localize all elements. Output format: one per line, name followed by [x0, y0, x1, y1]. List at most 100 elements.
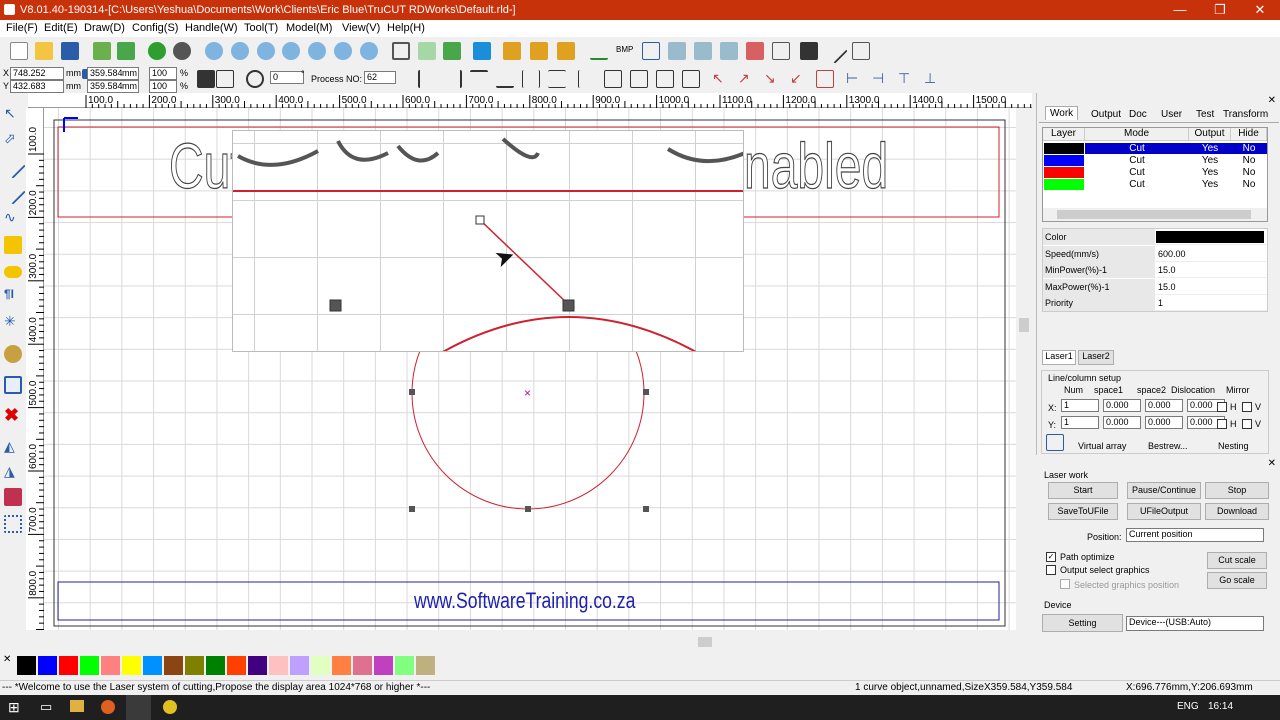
scale-y-field[interactable]: 100 — [149, 80, 177, 93]
palette-swatch[interactable] — [206, 656, 225, 675]
h-distribute-icon[interactable] — [656, 70, 674, 88]
text-icon[interactable]: ¶I — [4, 287, 22, 305]
firefox-icon[interactable] — [101, 700, 115, 714]
property-value[interactable]: 600.00 — [1158, 249, 1186, 259]
control-point[interactable] — [475, 215, 485, 225]
x-position-field[interactable]: 748.252 — [10, 67, 64, 80]
menu-help[interactable]: Help(H) — [387, 22, 425, 34]
palette-swatch[interactable] — [164, 656, 183, 675]
palette-swatch[interactable] — [395, 656, 414, 675]
tab-user[interactable]: User — [1161, 109, 1182, 120]
palette-swatch[interactable] — [59, 656, 78, 675]
menu-draw[interactable]: Draw(D) — [84, 22, 125, 34]
output-select-checkbox[interactable] — [1046, 565, 1056, 575]
mirror-v-icon[interactable]: ◮ — [4, 463, 22, 481]
device-select[interactable]: Device---(USB:Auto) — [1126, 616, 1264, 631]
save-to-ufile-button[interactable]: SaveToUFile — [1048, 503, 1118, 520]
align-vcenter-icon[interactable] — [548, 70, 566, 88]
tab-laser2[interactable]: Laser2 — [1078, 350, 1114, 365]
selected-pos-checkbox[interactable] — [1060, 579, 1070, 589]
mode-col-header[interactable]: Mode — [1085, 128, 1189, 141]
vscroll-thumb[interactable] — [1019, 318, 1029, 332]
palette-swatch[interactable] — [269, 656, 288, 675]
select-tool-icon[interactable]: ↖ — [4, 105, 22, 123]
canvas-footer-text[interactable]: www.SoftwareTraining.co.za — [414, 588, 635, 614]
same-width-icon[interactable] — [578, 70, 596, 88]
curve-smooth-icon[interactable] — [590, 42, 608, 60]
y-mirror-v-checkbox[interactable] — [1242, 419, 1252, 429]
canvas-text-right[interactable]: nabled — [744, 129, 889, 202]
bestrew-button[interactable]: Bestrew... — [1148, 441, 1188, 451]
top-align-page-icon[interactable]: ⊤ — [898, 70, 916, 88]
hide-col-header[interactable]: Hide — [1231, 128, 1267, 141]
align-hcenter-icon[interactable] — [522, 70, 540, 88]
right-align-page-icon[interactable]: ⊣ — [872, 70, 890, 88]
handle-ml[interactable] — [409, 389, 415, 395]
node-icon[interactable] — [418, 42, 436, 60]
hscroll-thumb[interactable] — [698, 637, 712, 647]
rectangle-icon[interactable] — [4, 236, 22, 254]
layer-row[interactable]: Cut Yes No — [1043, 167, 1267, 178]
align-icon[interactable] — [720, 42, 738, 60]
path-optimize-checkbox[interactable]: ✓ — [1046, 552, 1056, 562]
ufile-output-button[interactable]: UFileOutput — [1127, 503, 1201, 520]
zoom-fit-icon[interactable] — [360, 42, 378, 60]
close-button[interactable]: ✕ — [1240, 1, 1280, 19]
menu-model[interactable]: Model(M) — [286, 22, 332, 34]
curve-icon[interactable]: ∿ — [4, 209, 22, 227]
center-icon[interactable] — [216, 70, 234, 88]
y-space1-field[interactable]: 0.000 — [1103, 416, 1141, 429]
rdworks-task-icon[interactable] — [126, 695, 151, 720]
align-bottom-icon[interactable] — [496, 70, 514, 88]
save-file-icon[interactable] — [61, 42, 79, 60]
rect-icon[interactable] — [642, 42, 660, 60]
line-icon[interactable] — [0, 153, 26, 179]
tab-transform[interactable]: Transform — [1223, 109, 1268, 120]
layer-color-value[interactable] — [1156, 231, 1264, 243]
layer-row[interactable]: Cut Yes No — [1043, 143, 1267, 154]
x-space1-field[interactable]: 0.000 — [1103, 399, 1141, 412]
layer-mode-cell[interactable]: Cut — [1085, 143, 1189, 154]
select-rect-icon[interactable] — [392, 42, 410, 60]
palette-swatch[interactable] — [248, 656, 267, 675]
pause-continue-button[interactable]: Pause/Continue — [1127, 482, 1201, 499]
layer-hide-cell[interactable]: No — [1231, 155, 1267, 166]
x-mirror-v-checkbox[interactable] — [1242, 402, 1252, 412]
property-value[interactable]: 15.0 — [1158, 265, 1176, 275]
handle-mr[interactable] — [643, 389, 649, 395]
left-align-page-icon[interactable]: ⊢ — [846, 70, 864, 88]
node-handle-top[interactable] — [562, 299, 575, 312]
color-fill-icon[interactable] — [4, 488, 22, 506]
download-button[interactable]: Download — [1205, 503, 1269, 520]
array-icon[interactable] — [4, 515, 22, 533]
screen-icon[interactable] — [473, 42, 491, 60]
minimize-button[interactable]: — — [1160, 1, 1200, 19]
dot-icon[interactable]: ✳ — [4, 313, 22, 331]
zoom-page-icon[interactable] — [308, 42, 326, 60]
ungroup-icon[interactable] — [530, 42, 548, 60]
rotation-field[interactable]: 0 — [270, 71, 304, 84]
open-file-icon[interactable] — [35, 42, 53, 60]
start-icon[interactable]: ⊞ — [8, 699, 20, 716]
import-icon[interactable] — [93, 42, 111, 60]
x-num-field[interactable]: 1 — [1061, 399, 1099, 412]
check-icon[interactable] — [668, 42, 686, 60]
zoom-select-icon[interactable] — [282, 42, 300, 60]
tab-doc[interactable]: Doc — [1129, 109, 1147, 120]
chrome-icon[interactable] — [163, 700, 177, 714]
palette-swatch[interactable] — [80, 656, 99, 675]
palette-swatch[interactable] — [101, 656, 120, 675]
grid-icon[interactable] — [4, 376, 22, 394]
frame-icon[interactable] — [772, 42, 790, 60]
layer-hide-cell[interactable]: No — [1231, 179, 1267, 190]
process-no-field[interactable]: 62 — [364, 71, 396, 84]
palette-swatch[interactable] — [416, 656, 435, 675]
align-left-icon[interactable] — [418, 70, 436, 88]
layer-mode-cell[interactable]: Cut — [1085, 167, 1189, 178]
ellipse-icon[interactable] — [4, 266, 22, 278]
output-col-header[interactable]: Output — [1189, 128, 1231, 141]
edit-icon[interactable] — [443, 42, 461, 60]
y-space2-field[interactable]: 0.000 — [1145, 416, 1183, 429]
horizontal-scrollbar[interactable] — [44, 634, 1016, 650]
x-mirror-h-checkbox[interactable] — [1217, 402, 1227, 412]
